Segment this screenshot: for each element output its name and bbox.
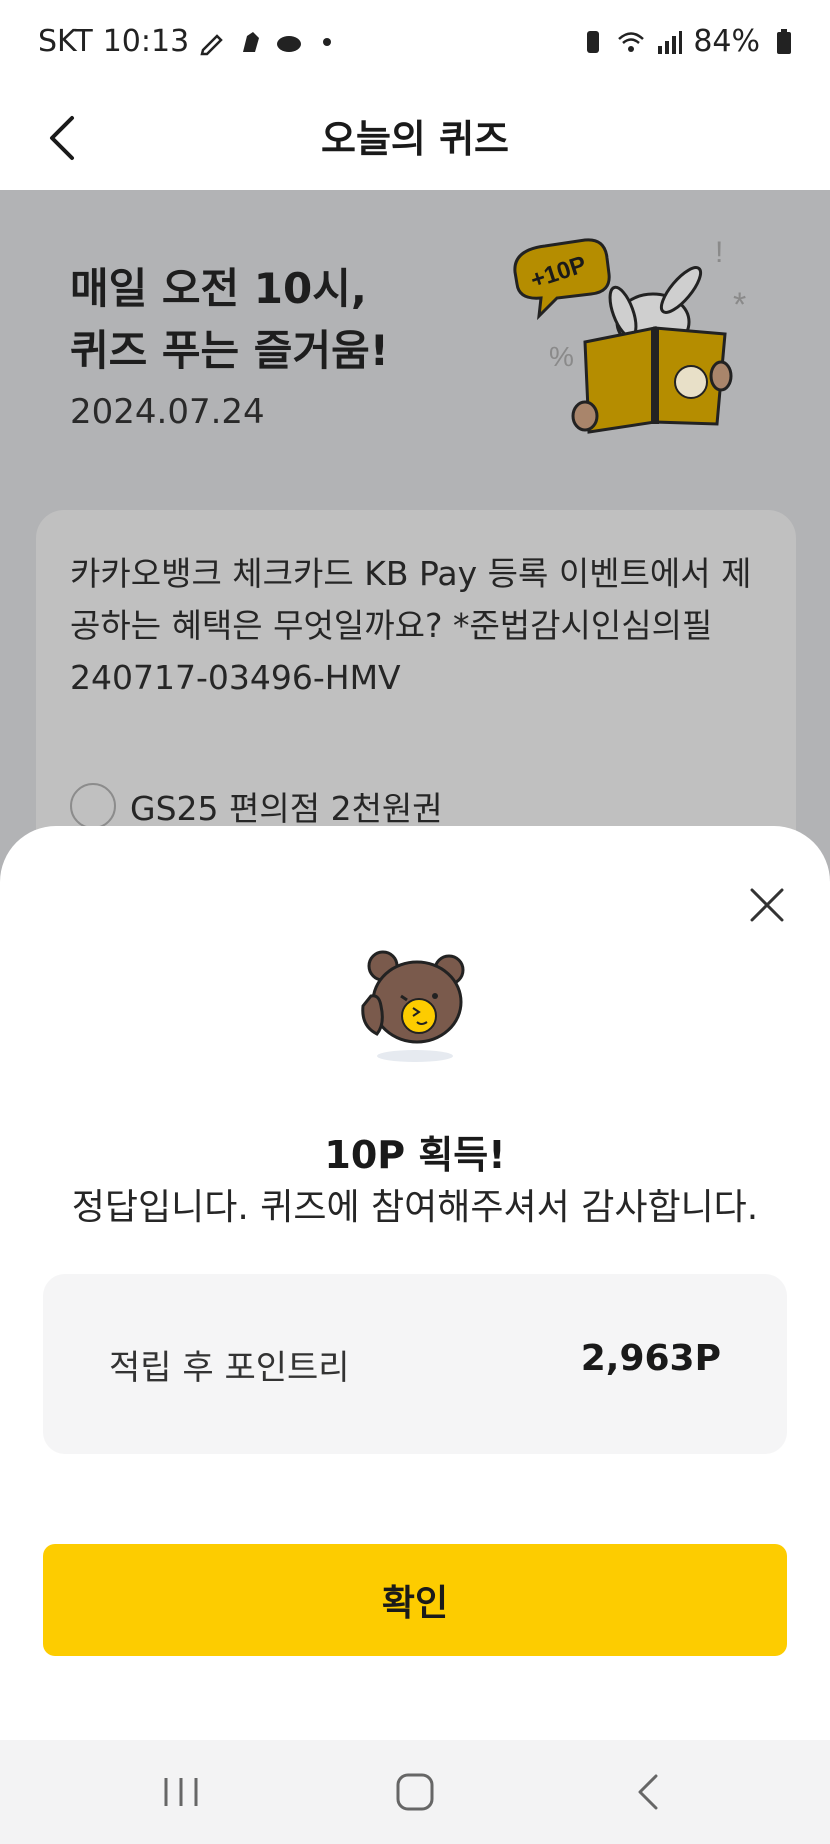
hero-title-line1: 매일 오전 10시,	[70, 264, 367, 313]
asterisk-deco: *	[733, 286, 746, 324]
exclaim-deco: !	[715, 236, 723, 269]
status-right: 84%	[579, 24, 798, 59]
status-bar: SKT 10:13 84%	[0, 0, 830, 86]
percent-deco: %	[549, 341, 574, 372]
header: 오늘의 퀴즈	[0, 86, 830, 190]
quiz-question: 카카오뱅크 체크카드 KB Pay 등록 이벤트에서 제공하는 혜택은 무엇일까…	[70, 554, 752, 697]
system-back-icon[interactable]	[624, 1768, 674, 1816]
cloud-icon	[277, 35, 302, 52]
battery-icon	[777, 28, 791, 54]
book	[571, 326, 733, 434]
battery-percent: 84%	[693, 24, 760, 59]
bear-character-icon	[361, 950, 465, 1062]
home-icon[interactable]	[390, 1768, 440, 1816]
quiz-option-label: GS25 편의점 2천원권	[130, 789, 443, 828]
wifi-icon	[618, 31, 645, 52]
points-badge: +10P	[513, 238, 611, 321]
signal-icon	[658, 30, 683, 54]
points-value: 2,963P	[580, 1338, 721, 1379]
reward-title: 10P 획득!	[324, 1133, 506, 1177]
system-navigation-bar	[0, 1740, 830, 1844]
hero-title: 매일 오전 10시, 퀴즈 푸는 즐거움!	[70, 258, 389, 382]
result-bottom-sheet: 10P 획득! 정답입니다. 퀴즈에 참여해주셔서 감사합니다. 적립 후 포인…	[0, 826, 830, 1740]
status-left: SKT 10:13	[38, 24, 341, 59]
pencil-icon	[200, 33, 223, 55]
hero-title-line2: 퀴즈 푸는 즐거움!	[70, 326, 389, 375]
points-summary-box: 적립 후 포인트리 2,963P	[43, 1274, 787, 1454]
radio-button[interactable]	[70, 783, 116, 829]
page-title: 오늘의 퀴즈	[320, 117, 510, 161]
confirm-button[interactable]: 확인	[43, 1544, 787, 1656]
carrier-label: SKT	[38, 24, 93, 59]
recent-apps-icon[interactable]	[156, 1768, 206, 1816]
points-label: 적립 후 포인트리	[109, 1348, 350, 1388]
quiz-date: 2024.07.24	[70, 392, 265, 432]
close-icon[interactable]	[744, 882, 790, 928]
rabbit-reading-book-illustration: +10P ! * %	[513, 236, 746, 434]
clock: 10:13	[102, 24, 190, 59]
battery-saver-icon	[587, 30, 600, 53]
quiz-option[interactable]: GS25 편의점 2천원권	[70, 782, 443, 830]
shoe-icon	[243, 31, 260, 52]
dot-icon	[323, 37, 332, 46]
reward-message: 정답입니다. 퀴즈에 참여해주셔서 감사합니다.	[71, 1187, 759, 1228]
